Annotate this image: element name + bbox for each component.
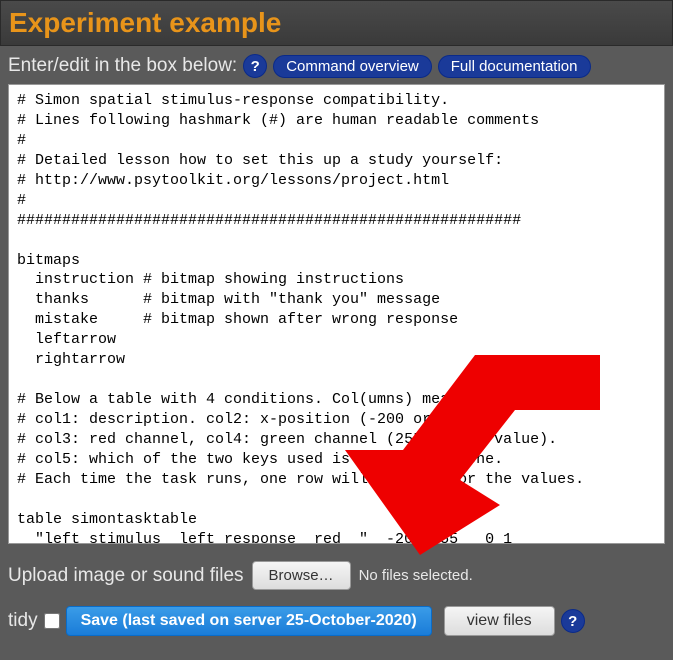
tidy-checkbox[interactable] (44, 613, 60, 629)
tidy-label: tidy (8, 610, 38, 632)
command-overview-button[interactable]: Command overview (273, 55, 432, 78)
view-files-button[interactable]: view files (444, 606, 555, 636)
help-button-bottom[interactable]: ? (561, 609, 585, 633)
upload-label: Upload image or sound files (8, 565, 244, 587)
save-button[interactable]: Save (last saved on server 25-October-20… (66, 606, 432, 636)
full-documentation-button[interactable]: Full documentation (438, 55, 591, 78)
experiment-code-editor[interactable] (8, 84, 665, 544)
file-selection-status: No files selected. (359, 567, 473, 584)
page-title: Experiment example (9, 7, 664, 39)
help-button[interactable]: ? (243, 54, 267, 78)
editor-label: Enter/edit in the box below: (8, 55, 237, 77)
browse-button[interactable]: Browse… (252, 561, 351, 590)
